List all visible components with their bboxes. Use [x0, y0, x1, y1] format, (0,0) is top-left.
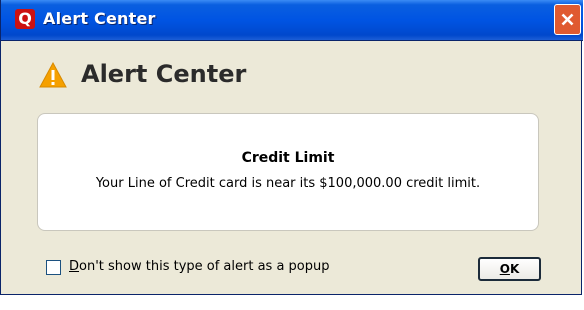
alert-panel: Credit Limit Your Line of Credit card is… [37, 113, 539, 231]
alert-center-window: Q Alert Center Alert Center Credit Limit… [0, 0, 583, 295]
close-icon [561, 13, 574, 26]
ok-button-label: K [509, 262, 520, 276]
window-title: Alert Center [43, 9, 156, 28]
warning-icon [39, 62, 67, 88]
quicken-logo-icon: Q [15, 9, 35, 29]
ok-button-hotkey: O [499, 262, 510, 276]
checkbox-label-hotkey: D [69, 259, 80, 274]
alert-message: Your Line of Credit card is near its $10… [95, 176, 481, 191]
dont-show-checkbox[interactable] [46, 260, 61, 275]
checkbox-label-text: on't show this type of alert as a popup [79, 259, 330, 274]
alert-title: Credit Limit [241, 150, 335, 166]
header-title: Alert Center [81, 60, 247, 88]
ok-button[interactable]: OK [478, 257, 541, 281]
dont-show-checkbox-label[interactable]: Don't show this type of alert as a popup [69, 259, 330, 274]
close-button[interactable] [554, 4, 581, 35]
title-bar[interactable]: Q Alert Center [1, 0, 583, 41]
